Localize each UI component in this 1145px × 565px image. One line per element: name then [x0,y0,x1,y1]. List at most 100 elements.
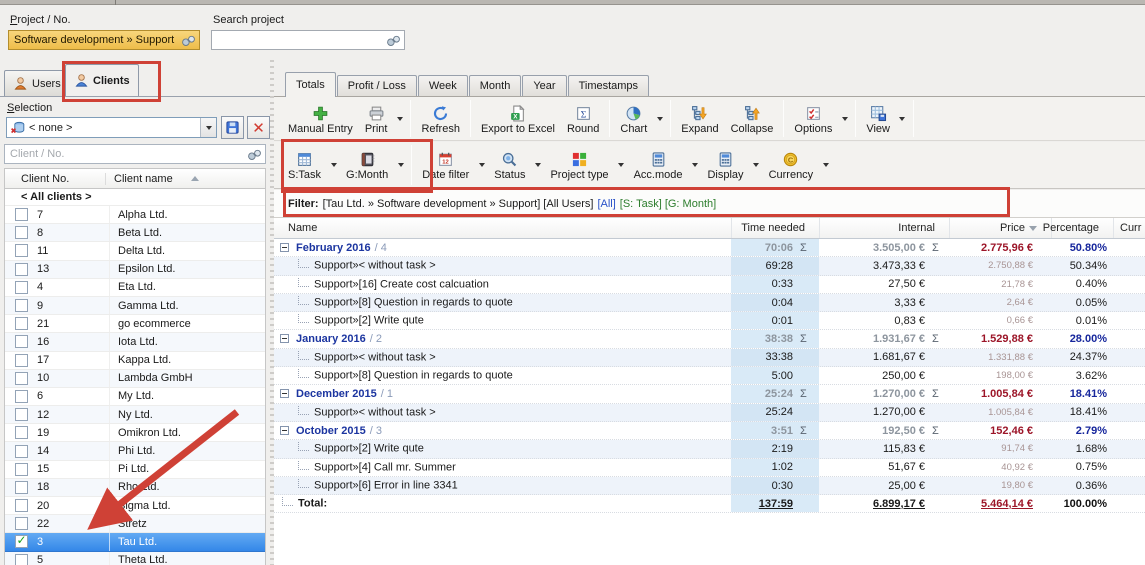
save-selection-button[interactable] [221,116,244,139]
client-checkbox[interactable] [15,445,28,458]
client-checkbox[interactable] [15,390,28,403]
client-row-omikron-ltd[interactable]: 19Omikron Ltd. [5,424,265,442]
project-type-button[interactable]: Project type [544,142,614,188]
tab-users[interactable]: Users [4,70,70,96]
client-checkbox[interactable] [15,372,28,385]
round-button[interactable]: ΣRound [561,97,605,140]
collapse-expander-icon[interactable] [280,334,289,343]
date-filter-dropdown-arrow-icon[interactable] [475,142,488,188]
task-row[interactable]: Support»[2] Write qute2:19115,83 €91,74 … [274,440,1145,458]
tab-clients[interactable]: Clients [65,64,139,96]
task-row[interactable]: Support»< without task >33:381.681,67 €1… [274,349,1145,367]
client-row-beta-ltd[interactable]: 8Beta Ltd. [5,224,265,242]
client-checkbox[interactable] [15,281,28,294]
tab-month[interactable]: Month [469,75,522,96]
client-checkbox[interactable] [15,408,28,421]
status-dropdown-arrow-icon[interactable] [531,142,544,188]
search-project-field[interactable] [211,30,405,50]
currency-button[interactable]: CCurrency [763,142,820,188]
client-checkbox[interactable] [15,481,28,494]
acc-mode-button[interactable]: Acc.mode [628,142,689,188]
project-type-dropdown-arrow-icon[interactable] [615,142,628,188]
client-checkbox[interactable] [15,299,28,312]
client-checkbox[interactable] [15,208,28,221]
client-name-column-header[interactable]: Client name [105,173,265,185]
column-header-percentage[interactable]: Percentage [1051,218,1113,238]
collapse-expander-icon[interactable] [280,426,289,435]
client-checkbox[interactable] [15,226,28,239]
s-task-button[interactable]: S:Task [282,142,327,188]
client-checkbox[interactable] [15,554,28,565]
refresh-button[interactable]: Refresh [415,97,466,140]
delete-selection-button[interactable]: ✕ [247,116,270,139]
client-list-header[interactable]: Client No. Client name [4,168,266,189]
client-checkbox[interactable] [15,317,28,330]
client-checkbox[interactable] [15,335,28,348]
chart-dropdown-arrow-icon[interactable] [653,97,666,140]
task-row[interactable]: Support»< without task >25:241.270,00 €1… [274,404,1145,422]
chart-button[interactable]: Chart [614,97,653,140]
print-dropdown-arrow-icon[interactable] [393,97,406,140]
column-header-time-needed[interactable]: Time needed [731,218,819,238]
client-checkbox[interactable] [15,354,28,367]
selection-combo[interactable]: < none > [6,117,217,138]
client-row-sigma-ltd[interactable]: 20Sigma Ltd. [5,497,265,515]
binoculars-icon[interactable] [246,147,263,162]
collapse-button[interactable]: Collapse [725,97,780,140]
export-to-excel-button[interactable]: XExport to Excel [475,97,561,140]
tab-profit-loss[interactable]: Profit / Loss [337,75,417,96]
tab-totals[interactable]: Totals [285,72,336,97]
column-header-internal[interactable]: Internal [819,218,949,238]
combo-dropdown-arrow-icon[interactable] [200,118,216,137]
client-row-alpha-ltd[interactable]: 7Alpha Ltd. [5,206,265,224]
view-dropdown-arrow-icon[interactable] [896,97,909,140]
s-task-dropdown-arrow-icon[interactable] [327,142,340,188]
currency-dropdown-arrow-icon[interactable] [819,142,832,188]
client-row-my-ltd[interactable]: 6My Ltd. [5,388,265,406]
client-no-column-header[interactable]: Client No. [5,173,105,185]
client-row-theta-ltd[interactable]: 5Theta Ltd. [5,552,265,565]
client-row-go-ecommerce[interactable]: 21go ecommerce [5,315,265,333]
client-row-pi-ltd[interactable]: 15Pi Ltd. [5,461,265,479]
collapse-expander-icon[interactable] [280,389,289,398]
display-button[interactable]: Display [701,142,749,188]
binoculars-icon[interactable] [385,33,402,48]
client-row-phi-ltd[interactable]: 14Phi Ltd. [5,442,265,460]
client-row-rho-ltd[interactable]: 18Rho Ltd. [5,479,265,497]
binoculars-icon[interactable] [180,33,197,48]
search-project-input[interactable] [212,32,385,48]
project-field[interactable]: Software development » Support [8,30,200,50]
group-row-february-2016[interactable]: February 2016/ 470:06Σ3.505,00 €Σ2.775,9… [274,239,1145,257]
client-checkbox[interactable] [15,426,28,439]
client-filter-input[interactable] [5,146,246,162]
client-checkbox[interactable] [15,517,28,530]
tab-year[interactable]: Year [522,75,566,96]
client-row-tau-ltd[interactable]: 3Tau Ltd. [5,533,265,551]
group-row-january-2016[interactable]: January 2016/ 238:38Σ1.931,67 €Σ1.529,88… [274,330,1145,348]
client-checkbox[interactable] [15,499,28,512]
column-header-curr[interactable]: Curr [1113,218,1145,238]
client-row-stretz[interactable]: 22Stretz [5,515,265,533]
task-row[interactable]: Support»[8] Question in regards to quote… [274,367,1145,385]
client-checkbox[interactable] [15,463,28,476]
expand-button[interactable]: Expand [675,97,724,140]
task-row[interactable]: Support»< without task >69:283.473,33 €2… [274,257,1145,275]
task-row[interactable]: Support»[4] Call mr. Summer1:0251,67 €40… [274,459,1145,477]
collapse-expander-icon[interactable] [280,243,289,252]
g-month-button[interactable]: G:Month [340,142,394,188]
task-row[interactable]: Support»[2] Write qute0:010,83 €0,66 €0.… [274,312,1145,330]
client-list[interactable]: < All clients >7Alpha Ltd.8Beta Ltd.11De… [4,189,266,565]
client-row-eta-ltd[interactable]: 4Eta Ltd. [5,279,265,297]
client-row-ny-ltd[interactable]: 12Ny Ltd. [5,406,265,424]
display-dropdown-arrow-icon[interactable] [750,142,763,188]
task-row[interactable]: Support»[16] Create cost calcuation0:332… [274,276,1145,294]
group-row-october-2015[interactable]: October 2015/ 33:51Σ192,50 €Σ152,46 €2.7… [274,422,1145,440]
client-row-all-clients[interactable]: < All clients > [5,189,265,206]
acc-mode-dropdown-arrow-icon[interactable] [688,142,701,188]
group-row-december-2015[interactable]: December 2015/ 125:24Σ1.270,00 €Σ1.005,8… [274,385,1145,403]
status-button[interactable]: Status [488,142,531,188]
client-filter-field[interactable] [4,144,266,164]
view-button[interactable]: View [860,97,896,140]
manual-entry-button[interactable]: Manual Entry [282,97,359,140]
client-row-lambda-gmbh[interactable]: 10Lambda GmbH [5,370,265,388]
